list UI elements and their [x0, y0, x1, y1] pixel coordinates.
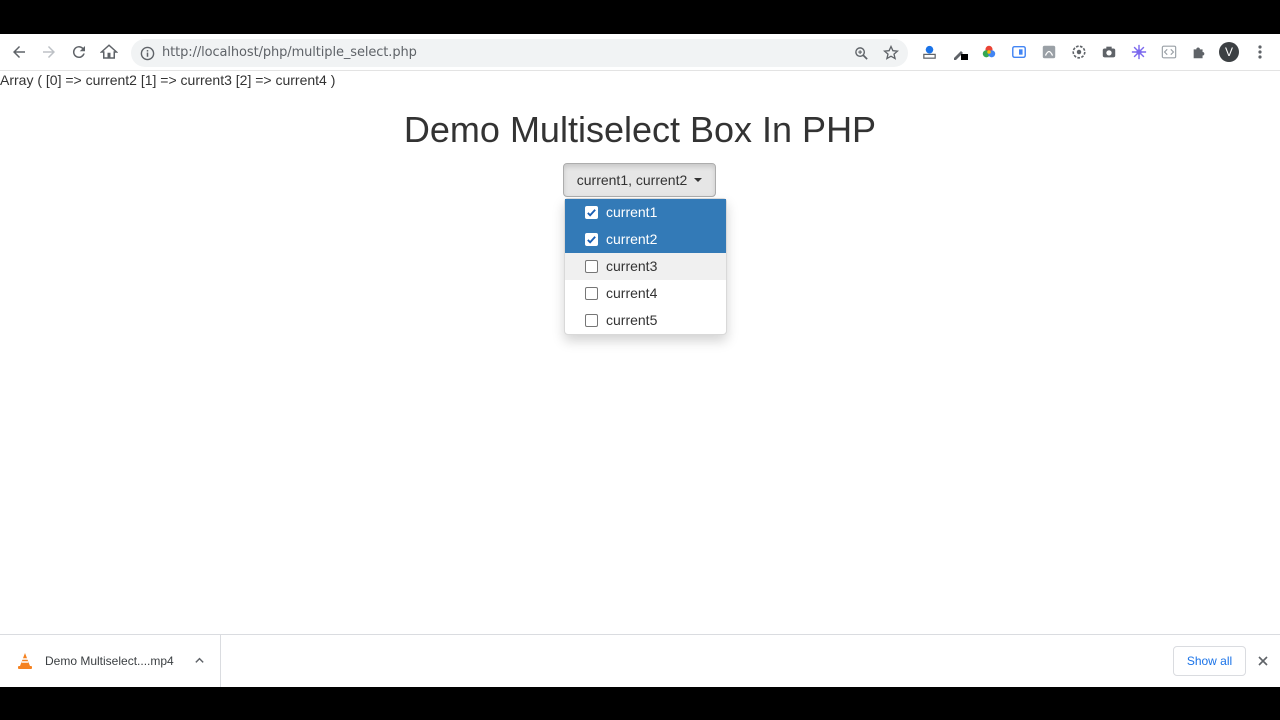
extension-window-icon[interactable]: [1010, 43, 1028, 61]
php-array-output: Array ( [0] => current2 [1] => current3 …: [0, 72, 336, 88]
checkbox-unchecked-icon[interactable]: [585, 260, 598, 273]
checkbox-checked-icon[interactable]: [585, 206, 598, 219]
star-icon[interactable]: [883, 45, 899, 61]
multiselect-option-current5[interactable]: current5: [565, 307, 726, 334]
puzzle-icon[interactable]: [1190, 43, 1208, 61]
caret-down-icon: [694, 178, 703, 182]
option-label: current3: [606, 258, 658, 274]
extension-code-icon[interactable]: [1160, 43, 1178, 61]
multiselect-option-current1[interactable]: current1: [565, 199, 726, 226]
page-title: Demo Multiselect Box In PHP: [403, 109, 877, 150]
option-label: current5: [606, 312, 658, 328]
download-item[interactable]: Demo Multiselect....mp4: [0, 635, 221, 687]
zoom-icon[interactable]: [853, 45, 869, 61]
multiselect-option-current4[interactable]: current4: [565, 280, 726, 307]
multiselect-button-text: current1, current2: [576, 172, 688, 188]
multiselect-dropdown: current1 current2 current3 current4 curr…: [564, 198, 727, 335]
extension-stamp-icon[interactable]: [920, 43, 938, 61]
multiselect-option-current3[interactable]: current3: [565, 253, 726, 280]
extension-gear-icon[interactable]: [1070, 43, 1088, 61]
reload-icon[interactable]: [68, 41, 90, 63]
extension-sparkle-icon[interactable]: [1130, 43, 1148, 61]
url-text[interactable]: http://localhost/php/multiple_select.php: [162, 45, 417, 60]
home-icon[interactable]: [98, 41, 120, 63]
checkbox-unchecked-icon[interactable]: [585, 314, 598, 327]
browser-toolbar: http://localhost/php/multiple_select.php: [0, 34, 1280, 71]
back-arrow-icon[interactable]: [8, 41, 30, 63]
forward-arrow-icon[interactable]: [38, 41, 60, 63]
option-label: current4: [606, 285, 658, 301]
chevron-up-icon[interactable]: [192, 653, 206, 667]
extension-camera-icon[interactable]: [1100, 43, 1118, 61]
extension-eyedropper-icon[interactable]: [951, 43, 969, 61]
vlc-cone-icon: [17, 652, 33, 670]
extension-pdf-icon[interactable]: [1040, 43, 1058, 61]
option-label: current2: [606, 231, 658, 247]
multiselect-button[interactable]: current1, current2: [563, 163, 716, 197]
browser-window: http://localhost/php/multiple_select.php: [0, 34, 1280, 687]
download-bar: Demo Multiselect....mp4 Show all: [0, 634, 1280, 687]
show-all-button[interactable]: Show all: [1173, 646, 1246, 676]
kebab-menu-icon[interactable]: [1252, 42, 1268, 62]
checkbox-unchecked-icon[interactable]: [585, 287, 598, 300]
info-icon[interactable]: [139, 45, 155, 61]
close-icon[interactable]: [1255, 653, 1271, 669]
multiselect-option-current2[interactable]: current2: [565, 226, 726, 253]
profile-avatar[interactable]: V: [1219, 42, 1239, 62]
address-bar[interactable]: http://localhost/php/multiple_select.php: [131, 39, 908, 67]
checkbox-checked-icon[interactable]: [585, 233, 598, 246]
download-file-name: Demo Multiselect....mp4: [45, 654, 174, 668]
extension-color-wheel-icon[interactable]: [980, 43, 998, 61]
option-label: current1: [606, 204, 658, 220]
